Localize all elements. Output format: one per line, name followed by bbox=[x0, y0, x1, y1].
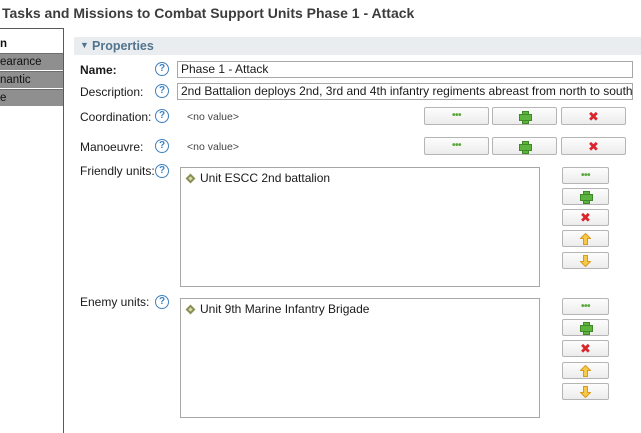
red-cross-icon: ✖ bbox=[588, 138, 599, 154]
plus-icon bbox=[519, 110, 532, 124]
friendly-units-list[interactable]: Unit ESCC 2nd battalion bbox=[180, 167, 540, 287]
name-field[interactable]: Phase 1 - Attack bbox=[177, 61, 633, 78]
coordination-remove-button[interactable]: ✖ bbox=[561, 107, 626, 125]
arrow-up-icon bbox=[580, 232, 591, 245]
page-title: Tasks and Missions to Combat Support Uni… bbox=[2, 5, 415, 21]
friendly-units-move-up-button[interactable] bbox=[562, 230, 609, 247]
arrow-down-icon bbox=[580, 385, 591, 398]
manoeuvre-value: <no value> bbox=[187, 141, 239, 153]
manoeuvre-label: Manoeuvre: bbox=[80, 140, 144, 154]
coordination-label: Coordination: bbox=[80, 110, 152, 124]
enemy-units-list[interactable]: Unit 9th Marine Infantry Brigade bbox=[180, 298, 540, 418]
manoeuvre-add-button[interactable] bbox=[492, 137, 557, 155]
red-cross-icon: ✖ bbox=[580, 341, 591, 356]
enemy-units-move-up-button[interactable] bbox=[562, 362, 609, 379]
help-question-icon[interactable]: ? bbox=[155, 109, 169, 123]
enemy-units-browse-button[interactable]: ••• bbox=[562, 298, 609, 315]
description-label: Description: bbox=[80, 85, 144, 99]
left-tab-strip: n earance nantic e bbox=[0, 28, 64, 433]
red-cross-icon: ✖ bbox=[580, 210, 591, 225]
plus-icon bbox=[580, 191, 593, 204]
manoeuvre-browse-button[interactable]: ••• bbox=[424, 137, 489, 155]
enemy-units-move-down-button[interactable] bbox=[562, 383, 609, 400]
tab-other[interactable]: e bbox=[0, 89, 63, 106]
friendly-units-browse-button[interactable]: ••• bbox=[562, 167, 609, 184]
arrow-up-icon bbox=[580, 364, 591, 377]
list-item-label: Unit 9th Marine Infantry Brigade bbox=[200, 302, 370, 316]
friendly-units-move-down-button[interactable] bbox=[562, 252, 609, 269]
friendly-units-add-button[interactable] bbox=[562, 188, 609, 205]
enemy-units-label: Enemy units: bbox=[80, 295, 150, 309]
plus-icon bbox=[519, 140, 532, 154]
properties-header-label: Properties bbox=[92, 39, 154, 53]
help-question-icon[interactable]: ? bbox=[155, 164, 169, 178]
help-question-icon[interactable]: ? bbox=[155, 295, 169, 309]
tab-strip-top-border bbox=[0, 28, 64, 29]
list-item[interactable]: Unit 9th Marine Infantry Brigade bbox=[185, 302, 369, 316]
arrow-down-icon bbox=[580, 254, 591, 267]
tab-semantic[interactable]: nantic bbox=[0, 71, 63, 88]
properties-section-header[interactable]: ▼ Properties bbox=[74, 37, 641, 55]
ellipsis-icon: ••• bbox=[451, 110, 462, 121]
ellipsis-icon: ••• bbox=[580, 300, 591, 312]
plus-icon bbox=[580, 322, 593, 335]
coordination-browse-button[interactable]: ••• bbox=[424, 107, 489, 125]
name-label: Name: bbox=[80, 63, 117, 77]
ellipsis-icon: ••• bbox=[580, 169, 591, 181]
enemy-units-remove-button[interactable]: ✖ bbox=[562, 340, 609, 357]
enemy-units-add-button[interactable] bbox=[562, 319, 609, 336]
list-item[interactable]: Unit ESCC 2nd battalion bbox=[185, 171, 330, 185]
unit-diamond-icon bbox=[185, 304, 196, 315]
red-cross-icon: ✖ bbox=[588, 108, 599, 124]
list-item-label: Unit ESCC 2nd battalion bbox=[200, 171, 331, 185]
manoeuvre-remove-button[interactable]: ✖ bbox=[561, 137, 626, 155]
help-question-icon[interactable]: ? bbox=[155, 84, 169, 98]
coordination-value: <no value> bbox=[187, 111, 239, 123]
description-field[interactable]: 2nd Battalion deploys 2nd, 3rd and 4th i… bbox=[177, 83, 633, 100]
ellipsis-icon: ••• bbox=[451, 140, 462, 151]
tab-information[interactable]: n bbox=[0, 36, 63, 53]
help-question-icon[interactable]: ? bbox=[155, 62, 169, 76]
coordination-add-button[interactable] bbox=[492, 107, 557, 125]
help-question-icon[interactable]: ? bbox=[155, 139, 169, 153]
friendly-units-remove-button[interactable]: ✖ bbox=[562, 209, 609, 226]
friendly-units-label: Friendly units: bbox=[80, 164, 155, 178]
unit-diamond-icon bbox=[185, 173, 196, 184]
tab-appearance[interactable]: earance bbox=[0, 53, 63, 70]
collapse-triangle-icon[interactable]: ▼ bbox=[80, 40, 89, 50]
